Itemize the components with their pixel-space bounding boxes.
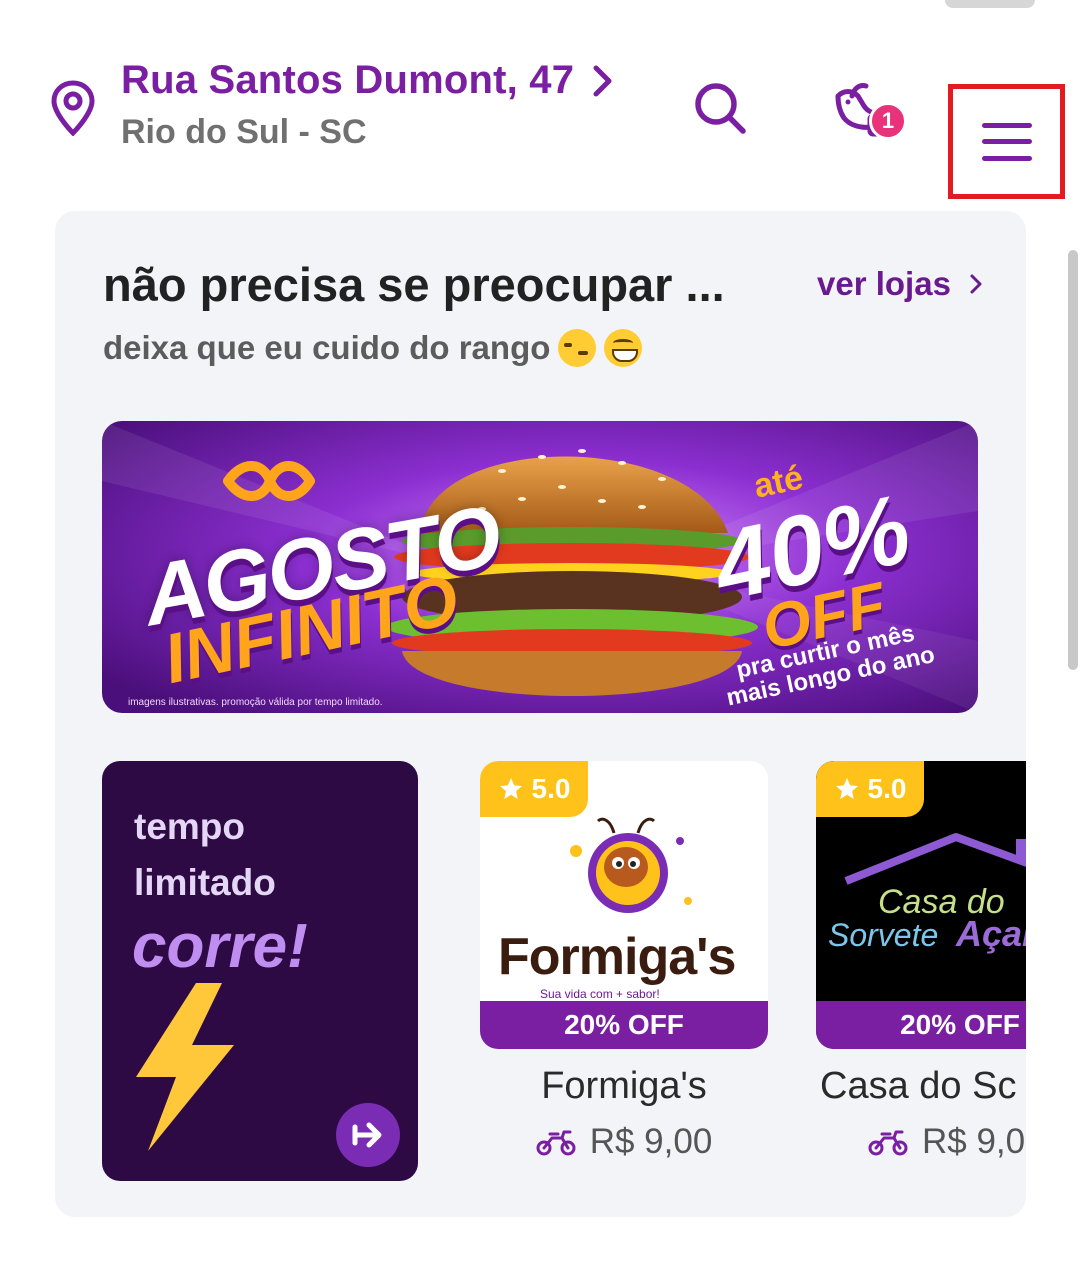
store-name: Formiga's [541,1065,707,1107]
motorcycle-icon [536,1130,576,1156]
scrollbar[interactable] [1068,250,1078,670]
grinning-face-emoji-icon [604,329,643,367]
section-subtitle: deixa que eu cuido do rango [103,329,643,367]
hamburger-menu-button[interactable] [948,84,1065,199]
limited-time-tile[interactable]: tempo limitado corre! [102,761,418,1181]
saluting-face-emoji-icon [558,329,597,367]
chevron-right-icon[interactable] [592,64,614,98]
store-image: 5.0 Casa do Sorvete Açaí 20% OFF [816,761,1026,1049]
address-city: Rio do Sul - SC [121,113,367,151]
star-icon [835,778,858,799]
app-header: Rua Santos Dumont, 47 Rio do Sul - SC 1 [0,40,1080,199]
store-logo-casa-do-sorvete: Casa do Sorvete Açaí [816,833,1026,1001]
logo-word: Formiga's [498,928,736,986]
store-card-casa-do-sorvete[interactable]: 5.0 Casa do Sorvete Açaí 20% OFF Casa do… [816,761,1026,1162]
featured-stores-card: não precisa se preocupar ... ver lojas d… [55,211,1026,1217]
delivery-fee-value: R$ 9,0 [922,1122,1026,1161]
subtitle-text: deixa que eu cuido do rango [103,329,551,366]
location-pin-icon[interactable] [50,80,96,136]
delivery-fee-value: R$ 9,00 [589,1122,713,1161]
store-card-formigas[interactable]: 5.0 Formiga's Sua vida com + sabor! 20% … [480,761,768,1162]
banner-disclaimer: imagens ilustrativas. promoção válida po… [128,697,383,708]
star-icon [499,778,522,799]
see-all-stores-link[interactable]: ver lojas [817,265,983,303]
chevron-right-icon [970,274,982,294]
promo-line-1: tempo [134,806,245,847]
promo-line-3: corre! [132,912,308,981]
logo-slogan: Sua vida com + sabor! [540,987,660,1001]
rating-value: 5.0 [531,773,571,804]
notification-badge: 1 [869,102,907,140]
motorcycle-icon [868,1130,908,1156]
promo-text: tempo limitado [134,799,276,911]
section-title: não precisa se preocupar ... [103,258,725,311]
rating-badge: 5.0 [816,761,924,817]
delivery-fee: R$ 9,0 [816,1122,1026,1162]
logo-word-3: Açaí [956,913,1026,954]
store-logo-formigas: Formiga's Sua vida com + sabor! [480,811,768,1011]
house-roof-icon [844,833,1026,885]
rating-badge: 5.0 [480,761,588,817]
store-name: Casa do Sc [820,1065,1017,1107]
store-image: 5.0 Formiga's Sua vida com + sabor! 20% … [480,761,768,1049]
ant-mascot-icon [570,817,692,913]
delivery-fee: R$ 9,00 [480,1122,768,1162]
arrow-right-icon [352,1122,382,1148]
discount-banner: 20% OFF [480,1001,768,1049]
delivery-address[interactable]: Rua Santos Dumont, 47 Rio do Sul - SC [121,58,614,152]
promo-banner[interactable]: AGOSTO INFINITO até 40% OFF pra curtir o… [102,421,978,713]
discount-banner: 20% OFF [816,1001,1026,1049]
search-icon[interactable] [692,80,748,136]
logo-word-2: Sorvete [828,917,939,953]
hamburger-menu-icon [981,122,1032,161]
rating-value: 5.0 [867,773,907,804]
address-street[interactable]: Rua Santos Dumont, 47 [121,58,574,103]
promo-line-2: limitado [134,862,276,903]
lightning-bolt-icon [136,983,234,1151]
see-all-label: ver lojas [817,265,951,302]
arrow-right-button[interactable] [336,1103,400,1167]
status-bar-sliver [945,0,1035,8]
